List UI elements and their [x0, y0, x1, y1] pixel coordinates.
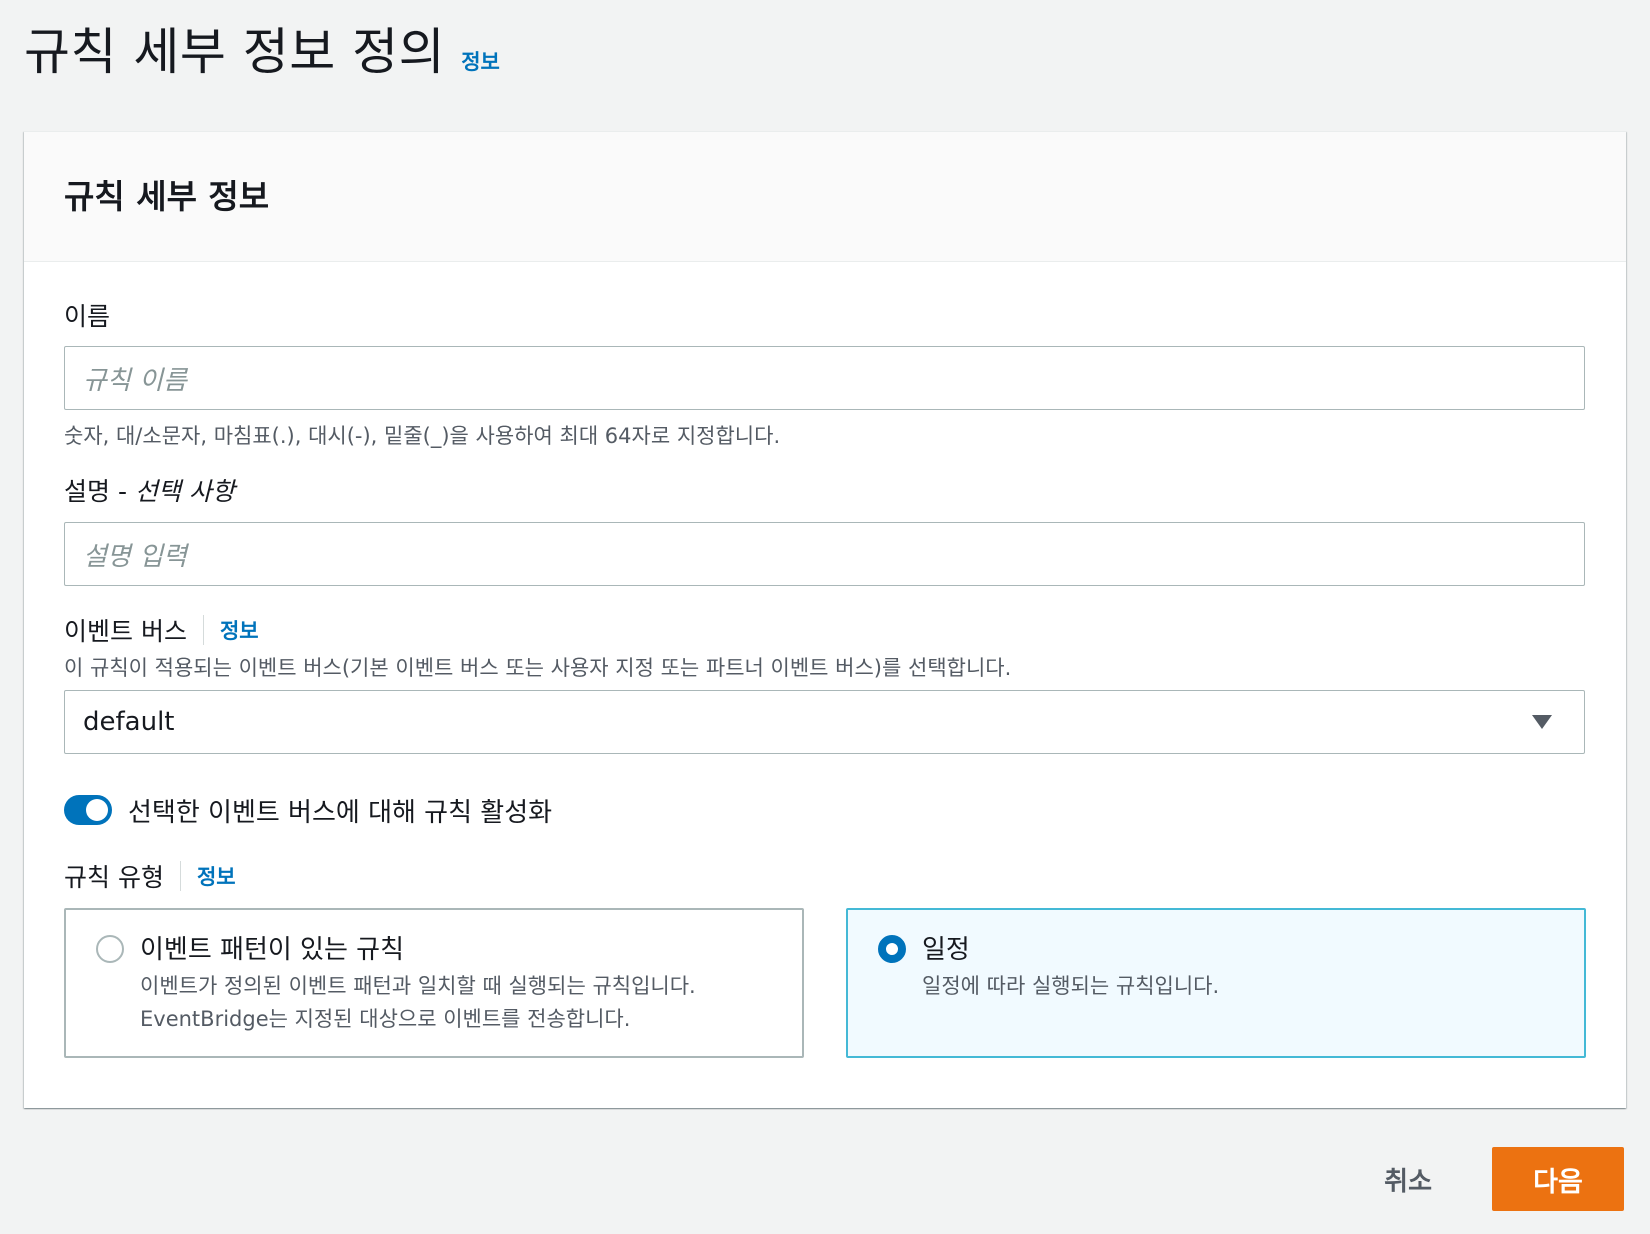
card-body: 이름 규칙 이름 숫자, 대/소문자, 마침표(.), 대시(-), 밑줄(_)… — [24, 298, 1626, 1058]
event-bus-select[interactable]: default — [64, 690, 1585, 754]
event-bus-selected-value: default — [83, 707, 175, 737]
rule-name-placeholder: 규칙 이름 — [83, 365, 187, 396]
event-bus-label-text: 이벤트 버스 — [64, 617, 187, 646]
rule-type-label: 규칙 유형 정보 — [64, 858, 1586, 894]
schedule-desc: 일정에 따라 실행되는 규칙입니다. — [922, 974, 1220, 998]
schedule-title: 일정 — [922, 935, 970, 965]
name-label: 이름 — [64, 298, 1586, 332]
rule-type-event-pattern-tile[interactable]: 이벤트 패턴이 있는 규칙 이벤트가 정의된 이벤트 패턴과 일치할 때 실행되… — [64, 908, 804, 1058]
description-optional-text: 선택 사항 — [134, 477, 235, 506]
label-divider — [179, 861, 181, 891]
card-header: 규칙 세부 정보 — [24, 132, 1626, 262]
rule-type-info-link[interactable]: 정보 — [197, 861, 236, 891]
event-pattern-title: 이벤트 패턴이 있는 규칙 — [140, 935, 404, 965]
event-bus-info-link[interactable]: 정보 — [220, 615, 259, 645]
schedule-radio[interactable] — [878, 935, 906, 963]
event-pattern-radio[interactable] — [96, 935, 124, 963]
description-label: 설명 - 선택 사항 — [64, 472, 1586, 508]
rule-type-tiles: 이벤트 패턴이 있는 규칙 이벤트가 정의된 이벤트 패턴과 일치할 때 실행되… — [64, 908, 1586, 1058]
page-info-link[interactable]: 정보 — [461, 46, 500, 76]
label-divider — [202, 615, 204, 645]
card-title: 규칙 세부 정보 — [64, 177, 270, 216]
event-bus-description: 이 규칙이 적용되는 이벤트 버스(기본 이벤트 버스 또는 사용자 지정 또는… — [64, 656, 1012, 680]
footer-actions: 취소 다음 — [1384, 1147, 1624, 1211]
schedule-text: 일정 일정에 따라 실행되는 규칙입니다. — [922, 932, 1219, 1034]
cancel-button[interactable]: 취소 — [1384, 1161, 1432, 1198]
event-pattern-desc-line2: EventBridge는 지정된 대상으로 이벤트를 전송합니다. — [140, 1007, 631, 1031]
enable-rule-row: 선택한 이벤트 버스에 대해 규칙 활성화 — [64, 792, 1586, 828]
next-button[interactable]: 다음 — [1492, 1147, 1624, 1211]
rule-details-card: 규칙 세부 정보 이름 규칙 이름 숫자, 대/소문자, 마침표(.), 대시(… — [24, 131, 1626, 1108]
description-placeholder: 설명 입력 — [83, 541, 187, 572]
event-pattern-text: 이벤트 패턴이 있는 규칙 이벤트가 정의된 이벤트 패턴과 일치할 때 실행되… — [140, 932, 696, 1034]
page-title: 규칙 세부 정보 정의 — [24, 23, 446, 81]
event-pattern-desc-line1: 이벤트가 정의된 이벤트 패턴과 일치할 때 실행되는 규칙입니다. — [140, 974, 696, 998]
rule-name-input[interactable]: 규칙 이름 — [64, 346, 1585, 410]
rule-type-label-text: 규칙 유형 — [64, 863, 164, 892]
rule-type-schedule-tile[interactable]: 일정 일정에 따라 실행되는 규칙입니다. — [846, 908, 1586, 1058]
name-constraint-text: 숫자, 대/소문자, 마침표(.), 대시(-), 밑줄(_)을 사용하여 최대… — [64, 424, 781, 448]
toggle-knob — [86, 799, 108, 821]
enable-rule-toggle[interactable] — [64, 795, 112, 825]
enable-rule-label: 선택한 이벤트 버스에 대해 규칙 활성화 — [128, 797, 553, 828]
page-header: 규칙 세부 정보 정의 정보 — [24, 18, 500, 86]
event-bus-label: 이벤트 버스 정보 — [64, 612, 1586, 648]
name-label-text: 이름 — [64, 302, 111, 331]
description-input[interactable]: 설명 입력 — [64, 522, 1585, 586]
description-label-text: 설명 - — [64, 477, 127, 506]
caret-down-icon — [1532, 715, 1552, 729]
